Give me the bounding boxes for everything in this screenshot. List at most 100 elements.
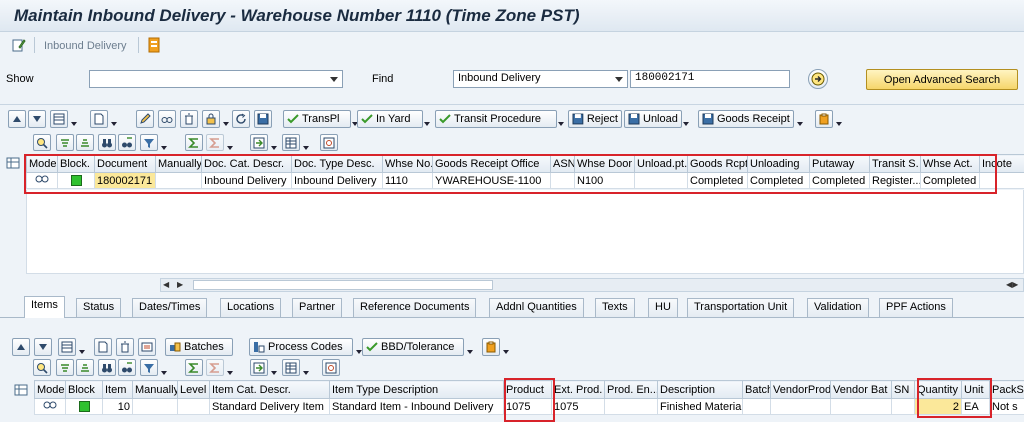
product-cell[interactable]: 1075 [503,398,552,415]
column-header[interactable]: Ext. Prod. [551,380,605,399]
find-button[interactable] [98,134,116,151]
goods-receipt-button[interactable]: Goods Receipt [698,110,794,128]
table-row[interactable]: 10 Standard Delivery Item Standard Item … [34,398,1024,415]
column-header[interactable]: Mode [26,154,58,173]
items-sort-descending-button[interactable] [76,359,94,376]
column-header[interactable]: Mode [34,380,66,399]
tab-status[interactable]: Status [76,298,122,317]
tab-items[interactable]: Items [24,296,65,318]
quantity-cell[interactable]: 2 [914,398,962,415]
items-layout-button[interactable] [58,338,76,356]
column-header[interactable]: Unit [961,380,990,399]
layout-button[interactable] [50,110,68,128]
column-header[interactable]: Unload.pt. [634,154,688,173]
filter-dropdown[interactable] [160,134,167,152]
items-layout-dropdown[interactable] [78,338,85,356]
column-header[interactable]: Goods Rcpt [687,154,748,173]
tab-texts[interactable]: Texts [595,298,635,317]
table-row[interactable]: 180002171 Inbound Delivery Inbound Deliv… [26,172,1024,189]
unload-button[interactable]: Unload [624,110,682,128]
items-more-actions-dropdown[interactable] [502,338,509,356]
document-cell[interactable]: 180002171 [94,172,156,189]
subtotal-button[interactable] [206,134,224,151]
subtotal-dropdown[interactable] [226,134,233,152]
column-header[interactable]: Whse No. [382,154,433,173]
sort-descending-button[interactable] [76,134,94,151]
open-advanced-search-button[interactable]: Open Advanced Search [866,69,1018,90]
column-header[interactable]: Block [65,380,103,399]
unload-dropdown[interactable] [682,110,689,128]
items-sort-ascending-button[interactable] [56,359,74,376]
save-button[interactable] [254,110,272,128]
column-header[interactable]: Document [94,154,156,173]
export-button[interactable] [250,134,268,151]
details-button[interactable] [33,134,51,151]
column-header[interactable]: Transit S. [869,154,921,173]
goods-receipt-dropdown[interactable] [796,110,803,128]
previous-button[interactable] [8,110,26,128]
next-button[interactable] [28,110,46,128]
column-header[interactable]: Manually [155,154,202,173]
column-header[interactable]: Item Cat. Descr. [209,380,330,399]
column-header[interactable]: Item [102,380,133,399]
search-execute-button[interactable] [808,69,828,89]
column-header[interactable]: Vendor Bat [830,380,892,399]
edit-button[interactable] [136,110,154,128]
items-filter-button[interactable] [140,359,158,376]
lock-dropdown[interactable] [222,110,229,128]
inbound-delivery-menu[interactable]: Inbound Delivery [44,40,127,52]
process-codes-dropdown[interactable] [355,338,362,356]
items-print-preview-button[interactable] [322,359,340,376]
layout-select-button[interactable] [282,134,300,151]
column-header[interactable]: Level [177,380,210,399]
find-next-button[interactable] [118,134,136,151]
delete-item-button[interactable] [116,338,134,356]
items-filter-dropdown[interactable] [160,359,167,377]
display-change-icon[interactable] [12,38,26,55]
create-item-button[interactable] [94,338,112,356]
column-header[interactable]: Whse Act. [920,154,980,173]
in-yard-dropdown[interactable] [423,110,430,128]
layout-select-dropdown[interactable] [302,134,309,152]
items-details-button[interactable] [33,359,51,376]
batches-button[interactable]: Batches [165,338,233,356]
tab-locations[interactable]: Locations [220,298,282,317]
column-header[interactable]: Item Type Description [329,380,504,399]
more-actions-button[interactable] [815,110,833,128]
bbd-tolerance-dropdown[interactable] [466,338,473,356]
tab-reference-documents[interactable]: Reference Documents [353,298,477,317]
scroll-left-icon[interactable]: ◀ [163,280,169,289]
column-header[interactable]: Product [503,380,552,399]
column-header[interactable]: ASN [550,154,575,173]
column-header[interactable]: Goods Receipt Office [432,154,551,173]
items-subtotal-dropdown[interactable] [226,359,233,377]
column-header[interactable]: PackS [989,380,1024,399]
column-header[interactable]: Manually [132,380,178,399]
tab-ppf-actions[interactable]: PPF Actions [879,298,953,317]
sort-ascending-button[interactable] [56,134,74,151]
column-header[interactable]: Whse Door [574,154,635,173]
tab-transportation-unit[interactable]: Transportation Unit [687,298,795,317]
column-header[interactable]: Batch [742,380,771,399]
scroll-right-icon[interactable]: ▶ [177,280,183,289]
items-find-button[interactable] [98,359,116,376]
mode-cell[interactable] [26,172,58,189]
previous-item-button[interactable] [12,338,30,356]
column-header[interactable]: SN [891,380,915,399]
lock-button[interactable] [202,110,220,128]
tab-partner[interactable]: Partner [292,298,343,317]
process-codes-button[interactable]: Process Codes [249,338,353,356]
items-more-actions-button[interactable] [482,338,500,356]
more-actions-dropdown[interactable] [835,110,842,128]
next-item-button[interactable] [34,338,52,356]
bbd-tolerance-button[interactable]: BBD/Tolerance [362,338,464,356]
in-yard-button[interactable]: In Yard [357,110,423,128]
items-export-button[interactable] [250,359,268,376]
show-select[interactable] [89,70,343,88]
column-header[interactable]: Quantity [914,380,962,399]
horizontal-scrollbar[interactable]: ◀ ▶ ◀▶ [160,278,1024,292]
layout-dropdown[interactable] [70,110,77,128]
find-select[interactable]: Inbound Delivery [453,70,628,88]
items-find-next-button[interactable] [118,359,136,376]
refresh-button[interactable] [232,110,250,128]
